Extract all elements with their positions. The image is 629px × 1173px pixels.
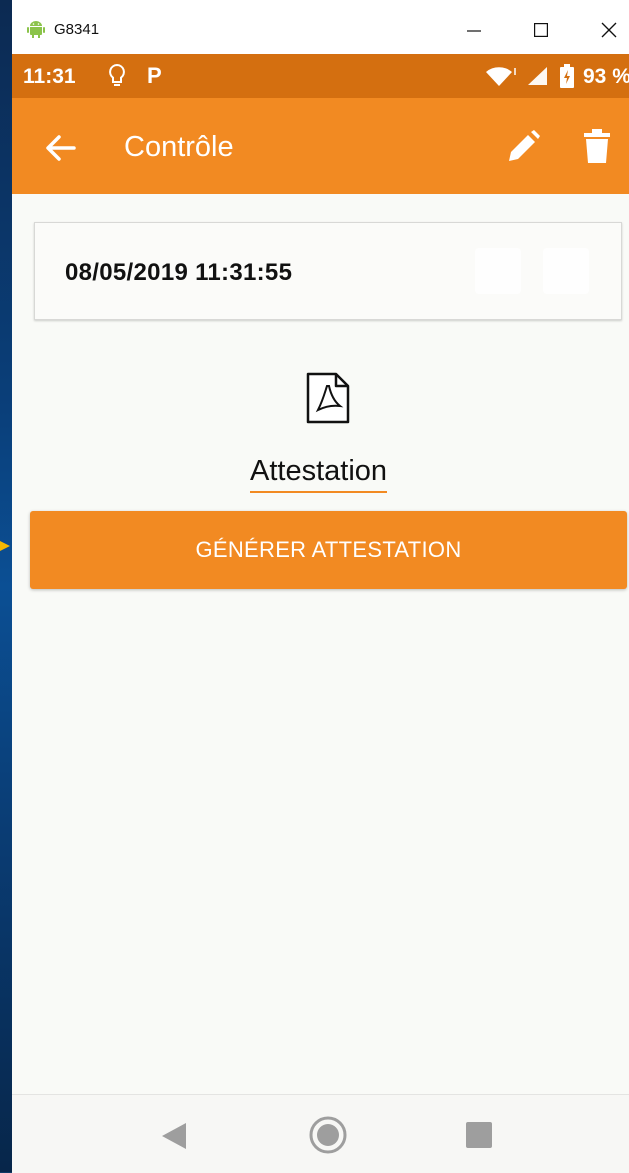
signal-icon	[528, 67, 547, 85]
datetime-card[interactable]: 08/05/2019 11:31:55	[34, 222, 622, 320]
lightbulb-icon	[109, 63, 125, 86]
desktop-cursor-arrow-icon	[0, 541, 10, 551]
pencil-icon[interactable]	[505, 129, 541, 165]
app-bar: Contrôle	[12, 98, 629, 194]
minimize-button[interactable]	[456, 12, 492, 48]
generate-attestation-button[interactable]: GÉNÉRER ATTESTATION	[30, 511, 627, 589]
nav-back-icon[interactable]	[160, 1121, 188, 1151]
page-title: Contrôle	[124, 131, 234, 163]
close-icon	[601, 22, 617, 38]
attestation-label[interactable]: Attestation	[250, 455, 388, 493]
window-title: G8341	[54, 21, 100, 38]
maximize-icon	[534, 23, 548, 37]
battery-percent: 93 %	[583, 65, 629, 88]
faint-delete-icon	[543, 248, 589, 294]
android-icon	[27, 21, 45, 38]
back-arrow-icon[interactable]	[40, 128, 80, 168]
window-titlebar: G8341	[12, 0, 629, 54]
status-bar: 11:31 P 93 %	[12, 54, 629, 98]
nav-recents-icon[interactable]	[466, 1122, 492, 1148]
navigation-bar	[12, 1094, 629, 1173]
faint-edit-icon	[475, 248, 521, 294]
emulator-window: G8341 11:31 P 93 % Contrôle 08/05/2019 1…	[12, 0, 629, 1173]
datetime-text: 08/05/2019 11:31:55	[65, 259, 293, 286]
nav-home-icon[interactable]	[308, 1115, 348, 1155]
close-button[interactable]	[591, 12, 627, 48]
battery-charging-icon	[560, 64, 574, 88]
minimize-icon	[467, 30, 481, 32]
wifi-icon	[486, 67, 516, 86]
maximize-button[interactable]	[523, 12, 559, 48]
status-time: 11:31	[23, 65, 76, 88]
notification-p-icon: P	[147, 63, 162, 88]
trash-icon[interactable]	[582, 129, 612, 165]
pdf-file-icon[interactable]	[306, 372, 350, 424]
desktop-background	[0, 0, 12, 1172]
